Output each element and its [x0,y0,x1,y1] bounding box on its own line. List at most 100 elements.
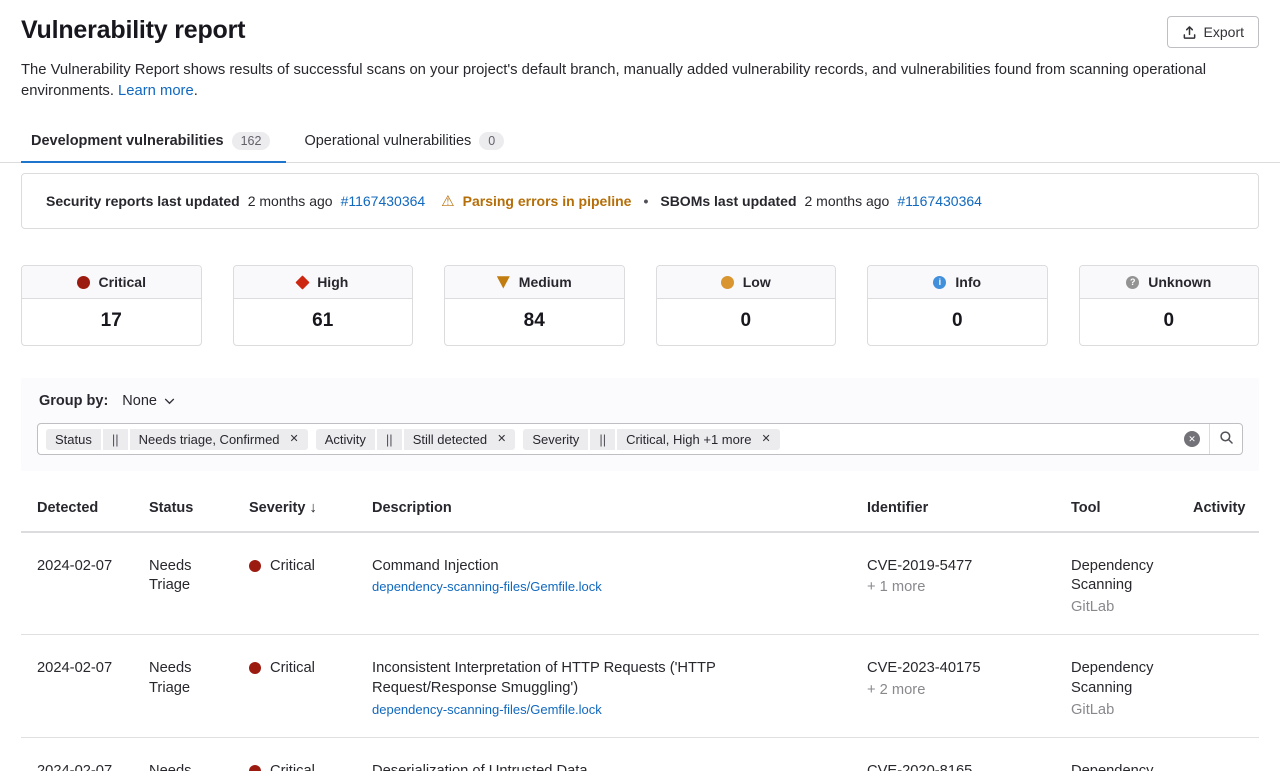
column-header-identifier[interactable]: Identifier [851,487,1055,531]
severity-card-count: 0 [1080,299,1259,345]
column-header-status[interactable]: Status [133,487,233,531]
filter-token-severity: Severity || Critical, High +1 more ✕ [523,429,779,450]
vulnerability-report-page: Vulnerability report Export The Vulnerab… [0,0,1280,771]
status-cell: Needs Triage [133,635,233,737]
severity-card-label: Critical [99,274,146,290]
token-value[interactable]: Still detected ✕ [404,429,516,450]
token-operator[interactable]: || [377,429,402,450]
group-by-value: None [122,393,157,409]
search-button[interactable] [1209,424,1242,454]
column-header-description[interactable]: Description [356,487,851,531]
file-path-link[interactable]: dependency-scanning-files/Gemfile.lock [372,578,839,596]
critical-severity-icon [77,276,90,289]
chevron-down-icon [164,393,175,409]
token-name[interactable]: Status [46,429,101,450]
file-path-link[interactable]: dependency-scanning-files/Gemfile.lock [372,701,839,719]
remove-token-icon[interactable]: ✕ [761,434,770,445]
vulnerability-title-link[interactable]: Inconsistent Interpretation of HTTP Requ… [372,660,716,696]
token-operator[interactable]: || [103,429,128,450]
vulnerability-title-link[interactable]: Deserialization of Untrusted Data [372,763,588,771]
severity-cell: Critical [233,635,356,737]
clear-filters-button[interactable]: ✕ [1184,431,1200,447]
severity-card-critical: Critical 17 [21,265,202,346]
export-icon [1182,25,1197,40]
remove-token-icon[interactable]: ✕ [290,434,299,445]
column-header-activity[interactable]: Activity [1177,487,1259,531]
tool-cell: Dependency Scanning GitLab [1055,635,1177,737]
filter-section: Group by: None Status || Needs triage, C… [21,378,1259,471]
tab-label: Development vulnerabilities [31,133,224,149]
description-text: The Vulnerability Report shows results o… [21,62,1206,99]
low-severity-icon [721,276,734,289]
critical-severity-icon [249,662,261,674]
severity-card-count: 0 [868,299,1047,345]
group-by-label: Group by: [39,393,108,409]
tool-vendor: GitLab [1071,598,1165,618]
detected-cell: 2024-02-07 [21,635,133,737]
unknown-severity-icon [1126,276,1139,289]
status-cell: Needs Triage [133,738,233,771]
token-name[interactable]: Severity [523,429,588,450]
severity-card-high: High 61 [233,265,414,346]
detected-cell: 2024-02-07 [21,533,133,635]
token-name[interactable]: Activity [316,429,375,450]
sort-descending-icon: ↓ [309,500,316,516]
identifier-cell: CVE-2019-5477 + 1 more [851,533,1055,635]
table-row[interactable]: 2024-02-07 Needs Triage Critical Deseria… [21,738,1259,771]
tab-bar: Development vulnerabilities 162 Operatio… [0,122,1280,163]
tab-operational-vulnerabilities[interactable]: Operational vulnerabilities 0 [294,122,520,162]
severity-card-count: 17 [22,299,201,345]
description-cell: Deserialization of Untrusted Data depend… [356,738,851,771]
page-header: Vulnerability report Export [21,0,1259,48]
filter-search-bar[interactable]: Status || Needs triage, Confirmed ✕ Acti… [37,423,1243,455]
sbom-label: SBOMs last updated [660,193,796,209]
parsing-errors-link[interactable]: Parsing errors in pipeline [463,193,632,209]
export-button[interactable]: Export [1167,16,1259,48]
medium-severity-icon [497,276,510,289]
critical-severity-icon [249,765,261,771]
activity-cell [1177,635,1259,737]
warning-triangle-icon: ⚠ [441,192,454,210]
identifier-cell: CVE-2020-8165 + 1 more [851,738,1055,771]
page-description: The Vulnerability Report shows results o… [21,60,1241,102]
sbom-pipeline-link[interactable]: #1167430364 [897,193,982,209]
severity-summary: Critical 17 High 61 Medium 84 Low 0 [21,265,1259,346]
activity-cell [1177,533,1259,635]
column-header-detected[interactable]: Detected [21,487,133,531]
severity-card-medium: Medium 84 [444,265,625,346]
remove-token-icon[interactable]: ✕ [497,434,506,445]
status-cell: Needs Triage [133,533,233,635]
table-row[interactable]: 2024-02-07 Needs Triage Critical Command… [21,533,1259,636]
severity-card-count: 84 [445,299,624,345]
description-cell: Inconsistent Interpretation of HTTP Requ… [356,635,851,737]
column-header-severity[interactable]: Severity↓ [233,487,356,531]
identifier-more: + 2 more [867,681,1043,701]
severity-cell: Critical [233,533,356,635]
severity-card-label: Low [743,274,771,290]
security-pipeline-link[interactable]: #1167430364 [341,193,426,209]
severity-card-count: 0 [657,299,836,345]
group-by-dropdown[interactable]: None [122,393,175,409]
info-severity-icon [933,276,946,289]
token-operator[interactable]: || [590,429,615,450]
detected-cell: 2024-02-07 [21,738,133,771]
tab-development-vulnerabilities[interactable]: Development vulnerabilities 162 [21,122,286,162]
dot-separator: • [643,193,648,209]
column-header-tool[interactable]: Tool [1055,487,1177,531]
table-row[interactable]: 2024-02-07 Needs Triage Critical Inconsi… [21,635,1259,738]
learn-more-link[interactable]: Learn more [118,83,194,99]
severity-card-unknown: Unknown 0 [1079,265,1260,346]
filter-token-activity: Activity || Still detected ✕ [316,429,516,450]
vulnerability-table: Detected Status Severity↓ Description Id… [21,487,1259,771]
tool-vendor: GitLab [1071,701,1165,721]
activity-cell [1177,738,1259,771]
description-cell: Command Injection dependency-scanning-fi… [356,533,851,635]
identifier-more: + 1 more [867,578,1043,598]
vulnerability-title-link[interactable]: Command Injection [372,558,499,574]
tab-label: Operational vulnerabilities [304,133,471,149]
token-value[interactable]: Needs triage, Confirmed ✕ [130,429,308,450]
token-value[interactable]: Critical, High +1 more ✕ [617,429,780,450]
tool-cell: Dependency Scanning GitLab [1055,533,1177,635]
severity-card-label: Unknown [1148,274,1211,290]
critical-severity-icon [249,560,261,572]
